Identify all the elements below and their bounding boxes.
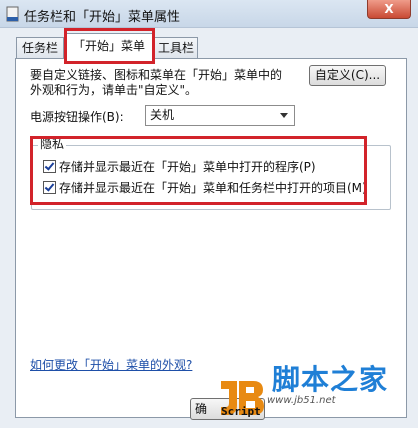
- chevron-down-icon: [280, 113, 288, 118]
- privacy-highlight: [30, 136, 367, 205]
- power-button-select[interactable]: 关机: [145, 105, 295, 126]
- customize-button[interactable]: 自定义(C)...: [309, 65, 386, 86]
- brand-name: 脚本之家: [272, 363, 389, 396]
- brand-url: www.jb51.net: [267, 395, 336, 406]
- window-title: 任务栏和「开始」菜单属性: [24, 10, 181, 25]
- power-button-label: 电源按钮操作(B):: [30, 110, 124, 124]
- tab-taskbar[interactable]: 任务栏: [16, 37, 64, 58]
- close-button[interactable]: X: [367, 0, 411, 19]
- description-line-2: 外观和行为，请单击"自定义"。: [30, 83, 198, 97]
- logo-script-text: Script: [221, 405, 261, 418]
- start-menu-appearance-link[interactable]: 如何更改「开始」菜单的外观?: [30, 356, 192, 373]
- customize-description: 要自定义链接、图标和菜单在「开始」菜单中的 外观和行为，请单击"自定义"。: [30, 68, 305, 98]
- power-button-value: 关机: [150, 108, 175, 122]
- description-line-1: 要自定义链接、图标和菜单在「开始」菜单中的: [30, 68, 283, 82]
- start-menu-tab-highlight: [64, 28, 155, 64]
- taskbar-properties-icon: [6, 6, 19, 22]
- tab-toolbars[interactable]: 工具栏: [154, 37, 198, 58]
